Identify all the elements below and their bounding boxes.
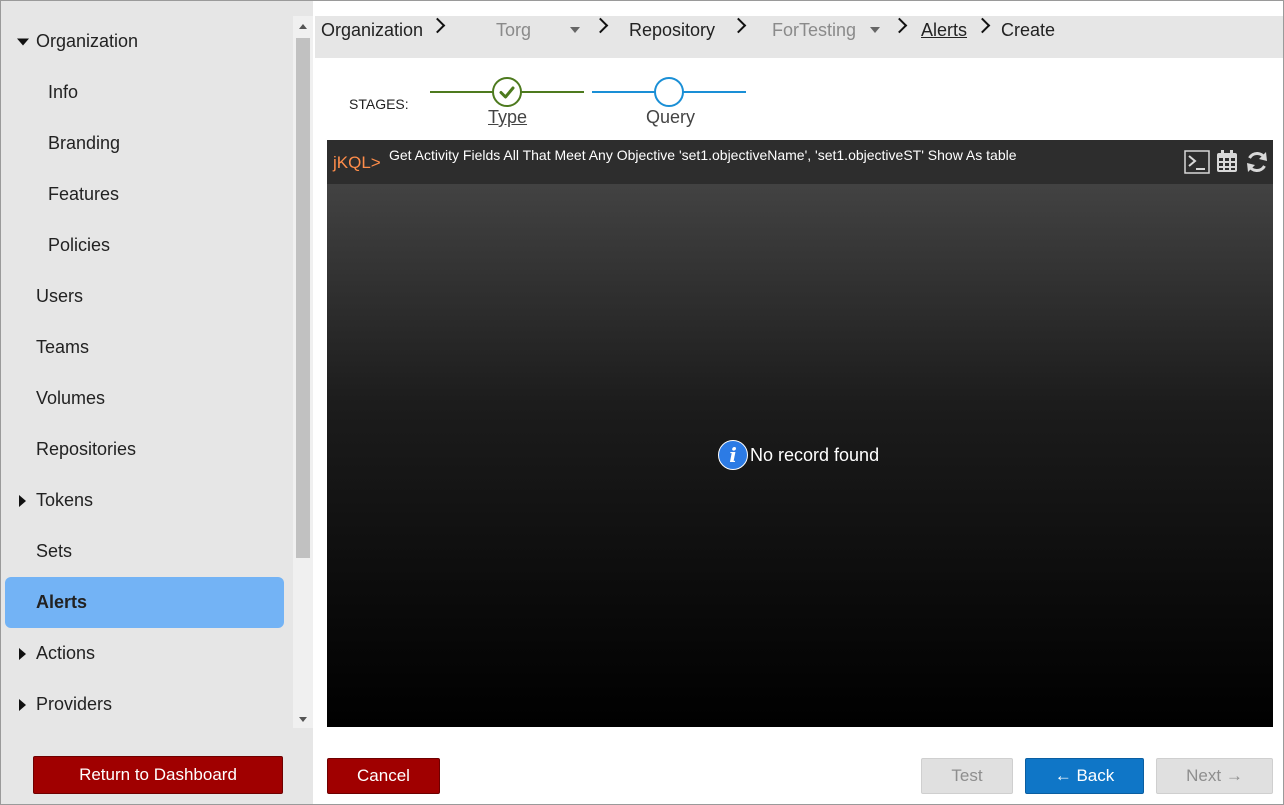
test-button[interactable]: Test — [921, 758, 1013, 794]
scroll-up-icon[interactable] — [299, 24, 307, 29]
dropdown-arrow-icon[interactable] — [870, 27, 880, 33]
sidebar-item-label: Organization — [36, 31, 139, 51]
breadcrumb: Organization Torg Repository ForTesting … — [315, 16, 1283, 58]
sidebar-item-tokens[interactable]: Tokens — [1, 475, 293, 526]
query-bar: jKQL> Get Activity Fields All That Meet … — [327, 140, 1273, 184]
breadcrumb-organization[interactable]: Organization — [321, 16, 423, 44]
breadcrumb-create: Create — [1001, 19, 1056, 40]
scroll-down-icon[interactable] — [299, 717, 307, 722]
stage-label-query: Query — [646, 107, 696, 127]
sidebar-item-label: Actions — [36, 643, 96, 663]
sidebar-item-providers[interactable]: Providers — [1, 679, 293, 730]
dropdown-arrow-icon[interactable] — [570, 27, 580, 33]
caret-down-icon — [17, 38, 29, 45]
breadcrumb-alerts[interactable]: Alerts — [921, 16, 967, 44]
chevron-right-icon — [429, 17, 446, 34]
stage-current-circle-icon — [654, 77, 684, 107]
query-text[interactable]: Get Activity Fields All That Meet Any Ob… — [389, 147, 1017, 163]
calendar-icon[interactable] — [1216, 150, 1240, 174]
sidebar-item-label: Features — [48, 184, 120, 204]
sidebar-item-policies[interactable]: Policies — [1, 220, 293, 271]
sidebar-item-organization[interactable]: Organization — [1, 16, 293, 67]
sidebar-item-label: Sets — [36, 541, 73, 561]
chevron-right-icon — [891, 17, 908, 34]
chevron-right-icon — [974, 17, 991, 34]
sidebar-item-users[interactable]: Users — [1, 271, 293, 322]
next-button[interactable]: Next → — [1156, 758, 1273, 794]
cancel-button[interactable]: Cancel — [327, 758, 440, 794]
return-to-dashboard-button[interactable]: Return to Dashboard — [33, 756, 283, 794]
sidebar-item-branding[interactable]: Branding — [1, 118, 293, 169]
sidebar-item-alerts[interactable]: Alerts — [5, 577, 284, 628]
sidebar-item-volumes[interactable]: Volumes — [1, 373, 293, 424]
sidebar-item-label: Policies — [48, 235, 111, 255]
breadcrumb-repo-select[interactable]: ForTesting — [772, 16, 856, 44]
stage-complete-check-icon[interactable] — [492, 77, 522, 107]
back-button[interactable]: ← Back — [1025, 758, 1144, 794]
query-results-panel: jKQL> Get Activity Fields All That Meet … — [327, 140, 1273, 727]
sidebar-item-label: Providers — [36, 694, 113, 714]
sidebar-scrollbar[interactable] — [293, 16, 313, 728]
sidebar-item-sets[interactable]: Sets — [1, 526, 293, 577]
stages-label: STAGES: — [349, 96, 409, 112]
sidebar-item-label: Volumes — [36, 388, 106, 408]
chevron-right-icon — [730, 17, 747, 34]
sidebar-item-label: Repositories — [36, 439, 137, 459]
sidebar-item-label: Users — [36, 286, 84, 306]
caret-right-icon — [19, 647, 26, 660]
breadcrumb-org-select[interactable]: Torg — [496, 16, 531, 44]
sidebar-item-teams[interactable]: Teams — [1, 322, 293, 373]
sidebar-item-repositories[interactable]: Repositories — [1, 424, 293, 475]
sidebar: Organization Info Branding Features Poli… — [1, 1, 313, 804]
sidebar-item-info[interactable]: Info — [1, 67, 293, 118]
jkql-prompt: jKQL> — [333, 153, 381, 172]
sidebar-item-features[interactable]: Features — [1, 169, 293, 220]
sidebar-item-label: Branding — [48, 133, 121, 153]
chevron-right-icon — [592, 17, 609, 34]
sidebar-nav: Organization Info Branding Features Poli… — [1, 16, 293, 730]
sidebar-item-label: Info — [48, 82, 79, 102]
refresh-icon[interactable] — [1245, 150, 1269, 174]
info-icon: i — [718, 440, 748, 470]
empty-state: i No record found — [718, 440, 879, 470]
terminal-icon[interactable] — [1184, 150, 1210, 174]
scroll-thumb[interactable] — [296, 38, 310, 558]
sidebar-item-label: Teams — [36, 337, 90, 357]
breadcrumb-repository[interactable]: Repository — [629, 16, 715, 44]
sidebar-item-label: Alerts — [36, 592, 88, 612]
stage-label-type[interactable]: Type — [488, 107, 527, 128]
sidebar-item-actions[interactable]: Actions — [1, 628, 293, 679]
sidebar-item-label: Tokens — [36, 490, 94, 510]
caret-right-icon — [19, 698, 26, 711]
empty-message: No record found — [750, 444, 880, 465]
caret-right-icon — [19, 494, 26, 507]
